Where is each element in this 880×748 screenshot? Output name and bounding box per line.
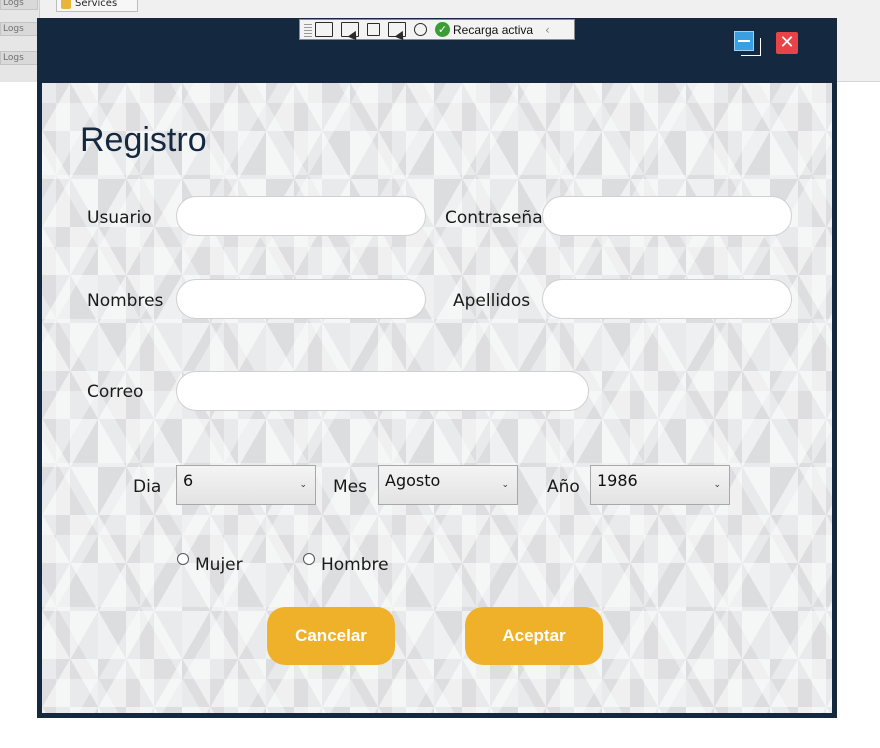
log-tab[interactable]: Logs [0, 0, 38, 10]
debug-toolbar: ✓ Recarga activa ‹ [299, 19, 575, 40]
mes-select-value: Agosto [385, 471, 441, 490]
hot-reload-label[interactable]: Recarga activa [453, 23, 533, 37]
nombres-label: Nombres [87, 291, 164, 311]
apellidos-input[interactable] [542, 279, 792, 319]
usuario-input[interactable] [176, 196, 426, 236]
contrasena-label: Contraseña [445, 208, 543, 228]
correo-input[interactable] [176, 371, 589, 411]
services-tab[interactable]: Services [56, 0, 138, 12]
page-title: Registro [80, 121, 207, 159]
dia-label: Dia [133, 477, 162, 497]
services-label: Services [75, 0, 118, 9]
layout-adorner-icon[interactable] [367, 23, 380, 36]
chevron-down-icon: ⌄ [299, 480, 307, 490]
cancel-button[interactable]: Cancelar [267, 607, 395, 665]
mujer-radio[interactable] [177, 553, 189, 565]
log-tab[interactable]: Logs [0, 51, 38, 65]
check-icon: ✓ [435, 22, 450, 37]
hombre-radio[interactable] [303, 553, 315, 565]
minimize-button[interactable] [734, 31, 754, 51]
log-tab[interactable]: Logs [0, 22, 38, 36]
apellidos-label: Apellidos [453, 291, 531, 311]
services-icon [61, 0, 71, 9]
anio-label: Año [547, 477, 580, 497]
anio-select[interactable]: 1986 ⌄ [590, 465, 730, 505]
close-button[interactable]: ✕ [776, 32, 798, 54]
collapse-toolbar-icon[interactable]: ‹ [545, 23, 550, 37]
contrasena-input[interactable] [542, 196, 792, 236]
pointer-icon[interactable] [341, 22, 359, 37]
select-element-icon[interactable] [315, 22, 333, 37]
correo-label: Correo [87, 382, 144, 402]
nombres-input[interactable] [176, 279, 426, 319]
dia-select-value: 6 [183, 471, 194, 490]
mes-label: Mes [333, 477, 367, 497]
mes-select[interactable]: Agosto ⌄ [378, 465, 518, 505]
hombre-label[interactable]: Hombre [321, 555, 389, 575]
usuario-label: Usuario [87, 208, 152, 228]
dia-select[interactable]: 6 ⌄ [176, 465, 316, 505]
track-focus-icon[interactable] [388, 22, 406, 37]
toolbar-grip-icon[interactable] [304, 22, 312, 37]
chevron-down-icon: ⌄ [501, 480, 509, 490]
mujer-label[interactable]: Mujer [195, 555, 243, 575]
accept-button[interactable]: Aceptar [465, 607, 603, 665]
ide-log-column: Logs Logs Logs [0, 0, 40, 82]
chevron-down-icon: ⌄ [713, 480, 721, 490]
anio-select-value: 1986 [597, 471, 638, 490]
accessibility-icon[interactable] [414, 23, 427, 36]
